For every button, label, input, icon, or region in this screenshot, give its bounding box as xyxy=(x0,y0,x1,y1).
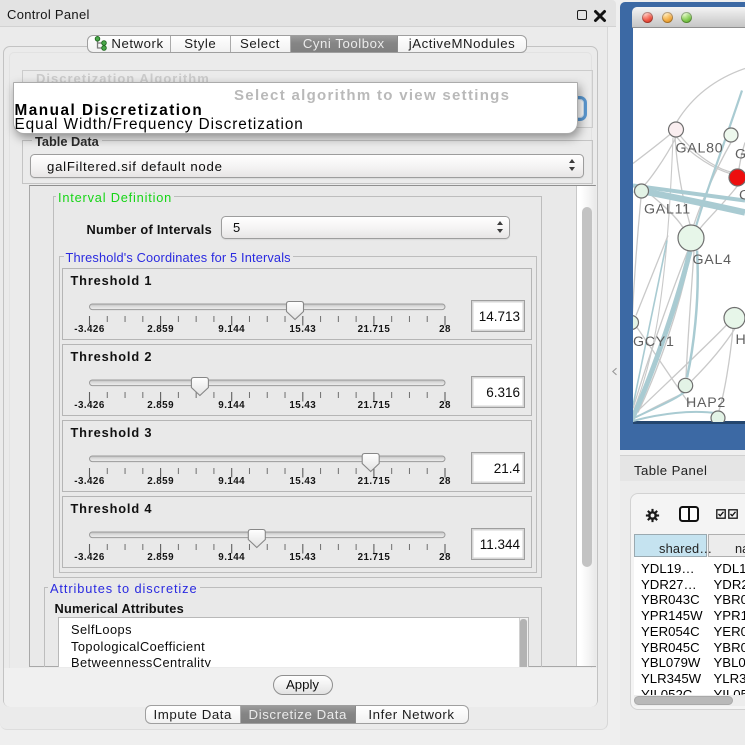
svg-text:2.859: 2.859 xyxy=(147,399,174,410)
svg-text:GAL4: GAL4 xyxy=(693,252,732,268)
svg-text:21.715: 21.715 xyxy=(357,323,390,334)
svg-text:GAL80: GAL80 xyxy=(676,140,724,156)
svg-text:15.43: 15.43 xyxy=(289,551,316,562)
svg-text:H: H xyxy=(736,332,745,348)
svg-text:9.144: 9.144 xyxy=(218,551,245,562)
svg-text:21.715: 21.715 xyxy=(357,399,390,410)
svg-text:-3.426: -3.426 xyxy=(74,399,105,410)
svg-text:9.144: 9.144 xyxy=(218,399,245,410)
svg-text:9.144: 9.144 xyxy=(218,323,245,334)
svg-text:2.859: 2.859 xyxy=(147,323,174,334)
svg-text:15.43: 15.43 xyxy=(289,399,316,410)
svg-text:-3.426: -3.426 xyxy=(74,475,105,486)
svg-text:15.43: 15.43 xyxy=(289,323,316,334)
svg-text:28: 28 xyxy=(439,475,451,486)
svg-text:15.43: 15.43 xyxy=(289,475,316,486)
svg-text:2.859: 2.859 xyxy=(147,551,174,562)
svg-text:2.859: 2.859 xyxy=(147,475,174,486)
svg-text:21.715: 21.715 xyxy=(357,475,390,486)
svg-text:28: 28 xyxy=(439,399,451,410)
svg-text:HAP2: HAP2 xyxy=(686,395,726,411)
svg-text:28: 28 xyxy=(439,551,451,562)
svg-text:9.144: 9.144 xyxy=(218,475,245,486)
svg-text:GAL11: GAL11 xyxy=(644,201,691,217)
svg-text:21.715: 21.715 xyxy=(357,551,390,562)
svg-text:28: 28 xyxy=(439,323,451,334)
svg-text:GCY1: GCY1 xyxy=(633,334,675,350)
svg-text:-3.426: -3.426 xyxy=(74,323,105,334)
svg-text:-3.426: -3.426 xyxy=(74,551,105,562)
svg-text:CD: CD xyxy=(739,187,745,203)
svg-text:GAL: GAL xyxy=(735,146,745,162)
